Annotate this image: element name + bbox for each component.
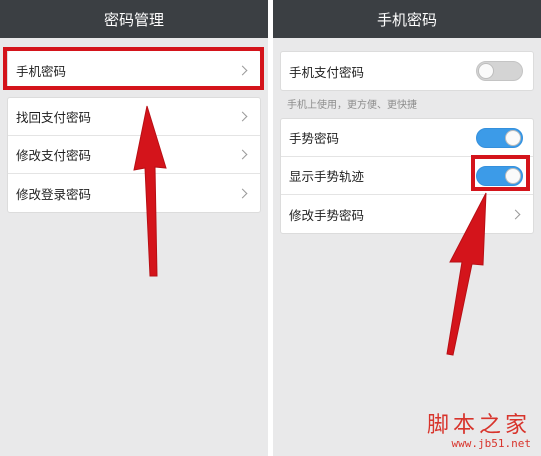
- arrow-up-icon: [133, 105, 167, 277]
- arrow-up-icon: [446, 192, 487, 356]
- watermark: 脚本之家 www.jb51.net: [427, 407, 531, 450]
- watermark-text: 脚本之家: [426, 413, 531, 438]
- annotation-arrows: [133, 105, 487, 356]
